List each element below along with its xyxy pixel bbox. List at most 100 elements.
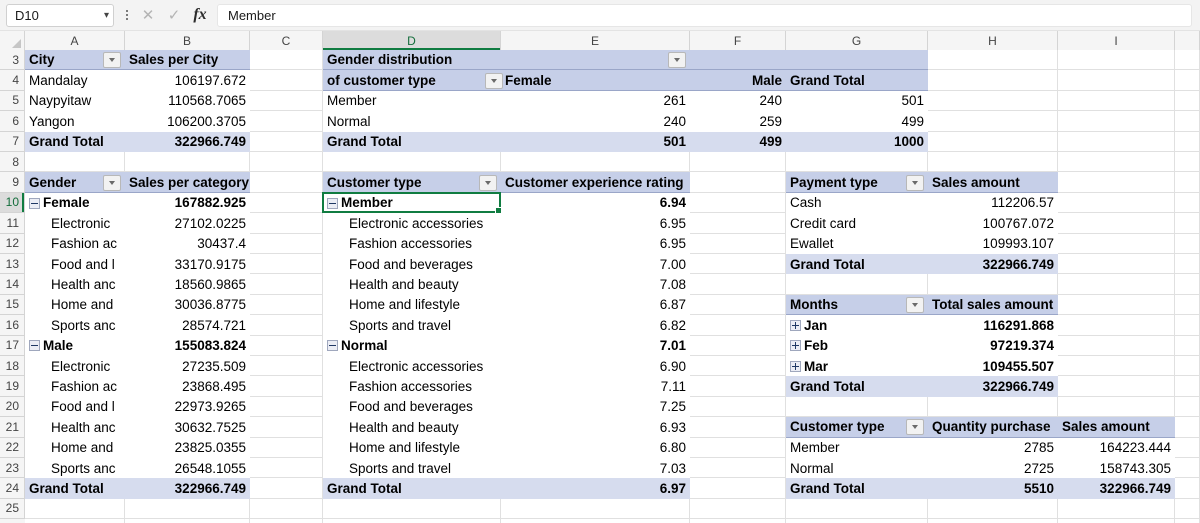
pivot-gendercat-item-label[interactable]: Fashion ac	[25, 376, 125, 397]
column-header-c[interactable]: C	[250, 31, 323, 50]
row-header-4[interactable]: 4	[0, 70, 25, 91]
pivot-gendercat-value-header[interactable]: Sales per category	[125, 172, 250, 193]
expand-icon-feb[interactable]	[790, 340, 801, 352]
pivot-exprating-item-value[interactable]: 7.25	[501, 396, 690, 418]
pivot-custqty-total-amount[interactable]: 322966.749	[1058, 478, 1175, 499]
pivot-gendercat-item-label[interactable]: Fashion ac	[25, 233, 125, 254]
column-header-i[interactable]: I	[1058, 31, 1175, 50]
pivot-gendercat-item-label[interactable]: Food and l	[25, 396, 125, 418]
column-header-b[interactable]: B	[125, 31, 250, 50]
pivot-custqty-total-label[interactable]: Grand Total	[786, 478, 928, 499]
pivot-gendercat-item-value[interactable]: 23868.495	[125, 376, 250, 397]
exprating-filter-dropdown-icon[interactable]	[479, 174, 497, 191]
pivot-custqty-row-qty[interactable]: 2725	[928, 458, 1058, 479]
expand-icon-mar[interactable]	[790, 360, 801, 372]
pivot-gendercat-item-value[interactable]: 22973.9265	[125, 396, 250, 418]
gendercat-filter-dropdown-icon[interactable]	[103, 174, 121, 191]
pivot-custqty-row-amount[interactable]: 158743.305	[1058, 458, 1175, 479]
pivot-exprating-item-label[interactable]: Food and beverages	[323, 396, 501, 418]
pivot-gender-female-value[interactable]: 261	[501, 90, 690, 112]
pivot-exprating-item-label[interactable]: Food and beverages	[323, 254, 501, 275]
pivot-payment-total-label[interactable]: Grand Total	[786, 254, 928, 275]
pivot-custqty-row-label[interactable]: Normal	[786, 458, 928, 479]
pivot-city-row-value[interactable]: 106197.672	[125, 70, 250, 91]
pivot-gender-col-total[interactable]: Grand Total	[786, 70, 928, 91]
insert-function-icon[interactable]: fx	[187, 2, 213, 28]
pivot-gender-row-label[interactable]: Member	[323, 90, 501, 112]
row-header-6[interactable]: 6	[0, 111, 25, 132]
pivot-gender-col-female[interactable]: Female	[501, 70, 690, 91]
pivot-gendercat-item-value[interactable]: 30036.8775	[125, 294, 250, 316]
pivot-custqty-qty-header[interactable]: Quantity purchase	[928, 417, 1058, 438]
pivot-exprating-item-value[interactable]: 7.00	[501, 254, 690, 275]
formula-input[interactable]: Member	[217, 3, 1192, 27]
pivot-months-row-label[interactable]: Feb	[786, 335, 928, 356]
row-header-25[interactable]: 25	[0, 498, 25, 520]
pivot-custqty-row-label[interactable]: Member	[786, 437, 928, 458]
pivot-gendercat-item-label[interactable]: Home and	[25, 437, 125, 458]
select-all-corner[interactable]	[0, 31, 25, 50]
more-options-icon[interactable]	[119, 10, 135, 20]
pivot-payment-value-header[interactable]: Sales amount	[928, 172, 1058, 193]
column-header-a[interactable]: A	[25, 31, 125, 50]
pivot-city-total-label[interactable]: Grand Total	[25, 131, 125, 152]
row-header-18[interactable]: 18	[0, 356, 25, 377]
pivot-months-total-value[interactable]: 322966.749	[928, 376, 1058, 397]
row-header-11[interactable]: 11	[0, 213, 25, 234]
pivot-gendercat-item-label[interactable]: Health anc	[25, 417, 125, 438]
pivot-gendercat-group-value[interactable]: 155083.824	[125, 335, 250, 356]
pivot-exprating-item-label[interactable]: Fashion accessories	[323, 233, 501, 254]
row-header-5[interactable]: 5	[0, 90, 25, 112]
row-header-8[interactable]: 8	[0, 152, 25, 173]
row-header-15[interactable]: 15	[0, 294, 25, 316]
pivot-exprating-item-value[interactable]: 6.80	[501, 437, 690, 458]
pivot-gendercat-item-label[interactable]: Home and	[25, 294, 125, 316]
pivot-exprating-item-value[interactable]: 6.90	[501, 356, 690, 377]
pivot-payment-row-label[interactable]: Credit card	[786, 213, 928, 234]
expand-icon-jan[interactable]	[790, 319, 801, 331]
pivot-exprating-group-label[interactable]: Member	[323, 192, 501, 214]
pivot-exprating-total-label[interactable]: Grand Total	[323, 478, 501, 499]
row-header-7[interactable]: 7	[0, 131, 25, 152]
pivot-gender-grandtotal-female[interactable]: 501	[501, 131, 690, 152]
pivot-gender-total-value[interactable]: 499	[786, 111, 928, 132]
pivot-exprating-item-label[interactable]: Electronic accessories	[323, 213, 501, 234]
pivot-exprating-group-value[interactable]: 7.01	[501, 335, 690, 356]
column-header-end[interactable]	[1175, 31, 1200, 50]
row-header-17[interactable]: 17	[0, 335, 25, 356]
pivot-gender-total-value[interactable]: 501	[786, 90, 928, 112]
gender-row-filter-dropdown-icon[interactable]	[485, 72, 503, 89]
gender-col-filter-dropdown-icon[interactable]	[668, 52, 686, 69]
pivot-gendercat-group-label[interactable]: Female	[25, 192, 125, 214]
custqty-filter-dropdown-icon[interactable]	[906, 419, 924, 436]
pivot-gendercat-item-value[interactable]: 30437.4	[125, 233, 250, 254]
pivot-exprating-item-value[interactable]: 7.11	[501, 376, 690, 397]
pivot-payment-row-value[interactable]: 109993.107	[928, 233, 1058, 254]
pivot-gendercat-group-label[interactable]: Male	[25, 335, 125, 356]
pivot-gendercat-total-value[interactable]: 322966.749	[125, 478, 250, 499]
pivot-exprating-item-label[interactable]: Health and beauty	[323, 417, 501, 438]
pivot-gender-col-male[interactable]: Male	[690, 70, 786, 91]
pivot-gendercat-total-label[interactable]: Grand Total	[25, 478, 125, 499]
row-header-10[interactable]: 10	[0, 192, 25, 214]
payment-filter-dropdown-icon[interactable]	[906, 174, 924, 191]
pivot-exprating-item-label[interactable]: Home and lifestyle	[323, 437, 501, 458]
pivot-exprating-item-label[interactable]: Electronic accessories	[323, 356, 501, 377]
pivot-exprating-item-value[interactable]: 6.82	[501, 315, 690, 336]
pivot-exprating-item-label[interactable]: Health and beauty	[323, 274, 501, 295]
pivot-gender-grandtotal-male[interactable]: 499	[690, 131, 786, 152]
pivot-gender-female-value[interactable]: 240	[501, 111, 690, 132]
collapse-icon-female[interactable]	[29, 197, 40, 209]
pivot-months-row-value[interactable]: 116291.868	[928, 315, 1058, 336]
pivot-city-row-value[interactable]: 110568.7065	[125, 90, 250, 112]
pivot-exprating-group-label[interactable]: Normal	[323, 335, 501, 356]
row-header-20[interactable]: 20	[0, 396, 25, 418]
pivot-exprating-group-value[interactable]: 6.94	[501, 192, 690, 214]
collapse-icon-male[interactable]	[29, 340, 40, 352]
pivot-exprating-value-header[interactable]: Customer experience rating	[501, 172, 690, 193]
pivot-exprating-item-value[interactable]: 6.87	[501, 294, 690, 316]
column-header-f[interactable]: F	[690, 31, 786, 50]
pivot-gender-row-label[interactable]: Normal	[323, 111, 501, 132]
pivot-exprating-field-header[interactable]: Customer type	[323, 172, 501, 193]
name-box[interactable]: D10 ▾	[6, 3, 114, 27]
